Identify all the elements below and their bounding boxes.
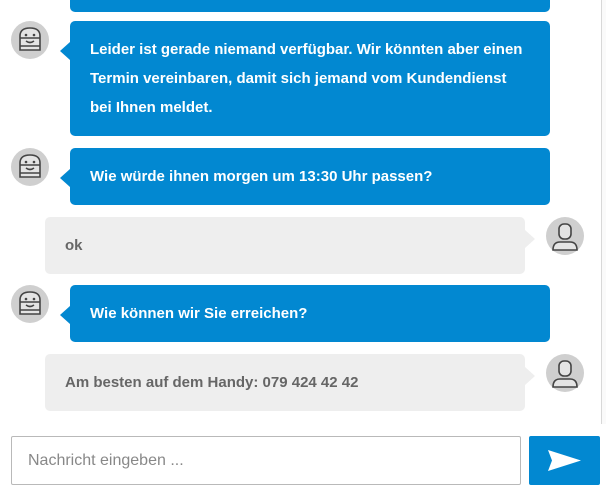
bot-message-line: Wie würde ihnen morgen um 13:30 Uhr pass… xyxy=(90,168,433,185)
send-button[interactable] xyxy=(529,436,600,485)
bot-message-line: Wie können wir Sie erreichen? xyxy=(90,305,308,322)
bot-avatar-icon xyxy=(11,148,49,186)
user-message-bubble: ok xyxy=(45,217,535,274)
bot-message-line: Termin vereinbaren, damit sich jemand vo… xyxy=(90,70,507,87)
bot-avatar-icon xyxy=(11,285,49,323)
user-avatar-icon xyxy=(546,217,584,255)
user-message-line: Am besten auf dem Handy: 079 424 42 42 xyxy=(65,374,359,391)
paper-plane-icon xyxy=(548,450,581,471)
chat-window: Leider ist gerade niemand verfügbar. Wir… xyxy=(0,0,606,492)
bot-message-bubble: Wie können wir Sie erreichen? xyxy=(60,285,550,342)
user-message-bubble: Am besten auf dem Handy: 079 424 42 42 xyxy=(45,354,535,411)
message-input[interactable] xyxy=(11,436,521,485)
bot-avatar-icon xyxy=(11,21,49,59)
scrollbar[interactable] xyxy=(601,0,606,424)
bot-message-bubble: Leider ist gerade niemand verfügbar. Wir… xyxy=(60,21,550,136)
user-avatar-icon xyxy=(546,354,584,392)
user-message-line: ok xyxy=(65,237,83,254)
bot-message-line: bei Ihnen meldet. xyxy=(90,99,213,116)
bot-message-bubble xyxy=(70,0,550,12)
bot-message-line: Leider ist gerade niemand verfügbar. Wir… xyxy=(90,41,523,58)
message-composer xyxy=(0,424,606,492)
bot-message-bubble: Wie würde ihnen morgen um 13:30 Uhr pass… xyxy=(60,148,550,205)
